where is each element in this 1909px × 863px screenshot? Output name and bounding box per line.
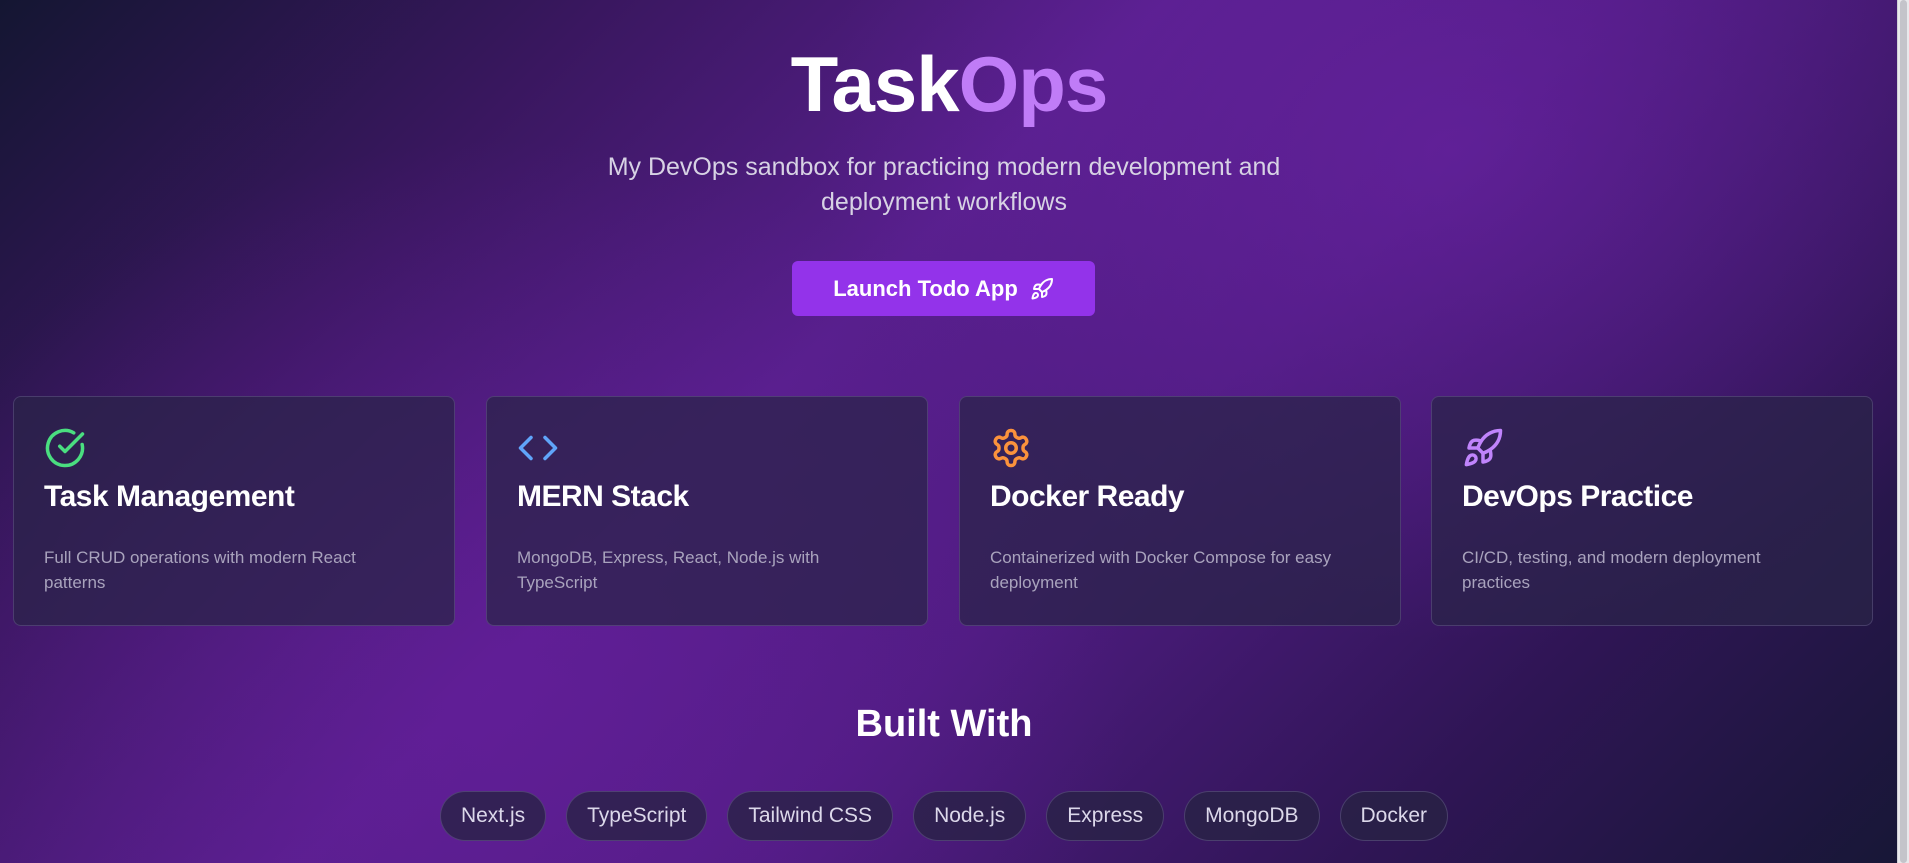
feature-title: Task Management (44, 480, 295, 513)
page-title: TaskOps (0, 38, 1898, 130)
feature-description: Full CRUD operations with modern React p… (44, 548, 356, 592)
tech-tag: Tailwind CSS (727, 791, 894, 841)
launch-todo-app-button[interactable]: Launch Todo App (792, 261, 1095, 316)
vertical-scrollbar[interactable] (1897, 0, 1909, 863)
title-accent: Ops (958, 40, 1109, 128)
page-subtitle: My DevOps sandbox for practicing modern … (607, 153, 1281, 216)
built-with-heading: Built With (855, 703, 1033, 745)
scrollbar-thumb[interactable] (1900, 0, 1907, 863)
feature-description: Containerized with Docker Compose for ea… (990, 548, 1332, 592)
feature-title: DevOps Practice (1462, 480, 1693, 513)
feature-description: CI/CD, testing, and modern deployment pr… (1462, 548, 1761, 592)
rocket-icon (1464, 428, 1503, 467)
feature-card-task-management: Task Management Full CRUD operations wit… (13, 396, 455, 626)
feature-card-docker-ready: Docker Ready Containerized with Docker C… (959, 396, 1401, 626)
tech-tag: TypeScript (566, 791, 708, 841)
gear-icon (993, 428, 1029, 468)
tech-tag: Docker (1339, 791, 1449, 841)
code-icon (518, 435, 558, 461)
tech-tag: Node.js (913, 791, 1027, 841)
tech-tag-list: Next.js TypeScript Tailwind CSS Node.js … (0, 791, 1888, 841)
check-circle-icon (45, 428, 85, 468)
tech-tag: Express (1046, 791, 1165, 841)
feature-description: MongoDB, Express, React, Node.js with Ty… (517, 548, 820, 592)
tech-tag: MongoDB (1184, 791, 1320, 841)
feature-title: Docker Ready (990, 480, 1185, 513)
launch-button-label: Launch Todo App (833, 275, 1018, 301)
tech-tag: Next.js (439, 791, 547, 841)
title-main: Task (790, 40, 960, 128)
feature-title: MERN Stack (517, 480, 689, 513)
feature-card-devops-practice: DevOps Practice CI/CD, testing, and mode… (1431, 396, 1873, 626)
feature-card-mern-stack: MERN Stack MongoDB, Express, React, Node… (486, 396, 928, 626)
rocket-icon (1031, 277, 1053, 299)
